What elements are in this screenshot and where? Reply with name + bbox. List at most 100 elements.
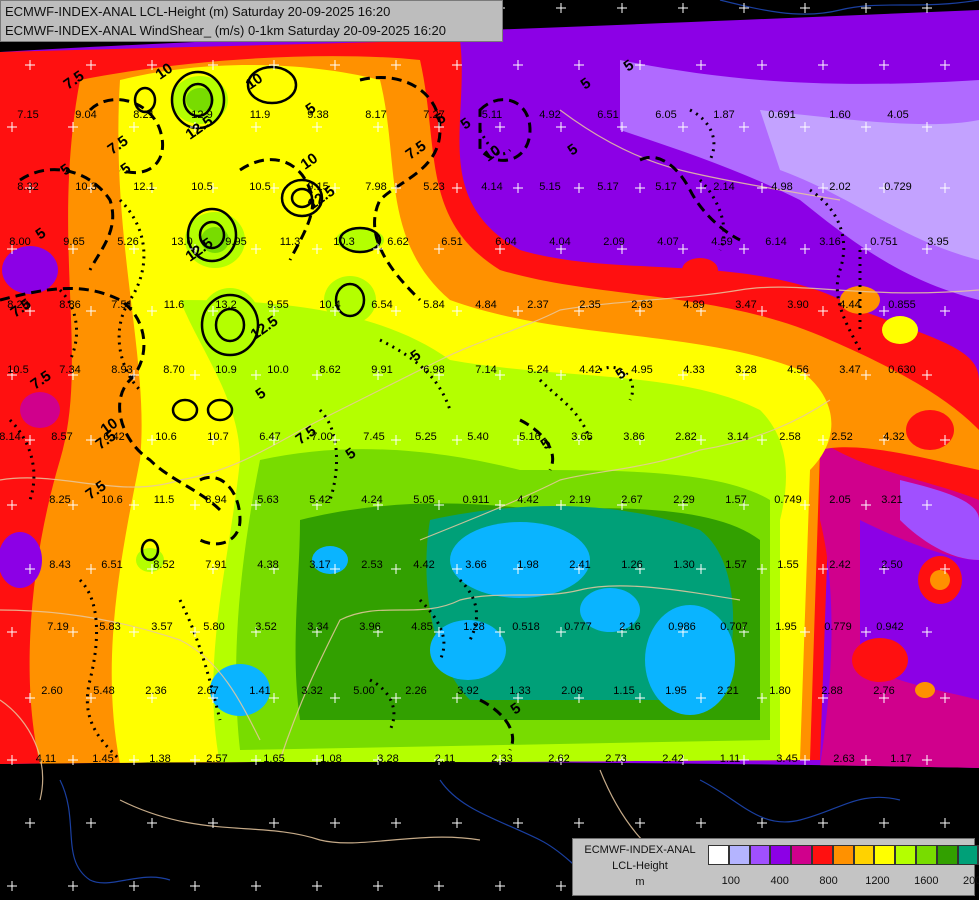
grid-value: 3.17 <box>309 559 330 571</box>
grid-value: 3.96 <box>359 621 380 633</box>
grid-value: 2.21 <box>717 685 738 697</box>
grid-value: 1.17 <box>890 753 911 765</box>
grid-value: 10.6 <box>155 431 176 443</box>
grid-value: 8.62 <box>319 364 340 376</box>
grid-value: 8.94 <box>205 494 226 506</box>
grid-value: 1.95 <box>775 621 796 633</box>
grid-value: 4.11 <box>36 753 57 765</box>
grid-value: 8.21 <box>133 109 154 121</box>
grid-value: 7.51 <box>111 299 132 311</box>
grid-value: 0.749 <box>774 494 802 506</box>
grid-value: 2.36 <box>145 685 166 697</box>
grid-value: 5.17 <box>597 181 618 193</box>
grid-value: 6.47 <box>259 431 280 443</box>
grid-value: 8.93 <box>111 364 132 376</box>
grid-value: 0.707 <box>720 621 748 633</box>
lcl-height-map: 7.15 9.04 8.21 12.9 11.9 9.38 8.17 7.27 5.11 4.92… <box>0 0 979 900</box>
grid-value: 9.91 <box>371 364 392 376</box>
grid-value: 1.55 <box>777 559 798 571</box>
grid-value: 9.55 <box>267 299 288 311</box>
grid-value: 5.63 <box>257 494 278 506</box>
grid-value: 1.08 <box>320 753 341 765</box>
legend-swatch <box>957 845 979 865</box>
legend-tick-label: 800 <box>819 875 838 887</box>
grid-value: 1.28 <box>463 621 484 633</box>
legend-tick-label: 1200 <box>865 875 890 887</box>
title-line-2: ECMWF-INDEX-ANAL WindShear_ (m/s) 0-1km … <box>5 23 446 38</box>
grid-value: 5.23 <box>423 181 444 193</box>
legend-swatches <box>708 845 979 865</box>
grid-value: 1.87 <box>713 109 734 121</box>
legend-swatch <box>832 845 854 865</box>
grid-value: 5.17 <box>655 181 676 193</box>
grid-value: 2.29 <box>673 494 694 506</box>
grid-value: 2.88 <box>821 685 842 697</box>
grid-value: 8.52 <box>153 559 174 571</box>
grid-value: 3.28 <box>377 753 398 765</box>
grid-value: 3.16 <box>819 236 840 248</box>
grid-value: 10.3 <box>333 236 354 248</box>
grid-value: 2.63 <box>833 753 854 765</box>
grid-value: 3.92 <box>457 685 478 697</box>
grid-value: 0.729 <box>884 181 912 193</box>
grid-value: 2.67 <box>197 685 218 697</box>
grid-value: 6.14 <box>765 236 786 248</box>
legend-model: ECMWF-INDEX-ANAL <box>584 844 696 856</box>
grid-value: 1.26 <box>621 559 642 571</box>
grid-value: 6.62 <box>387 236 408 248</box>
grid-value: 2.11 <box>435 753 456 765</box>
grid-value: 5.16 <box>519 431 540 443</box>
grid-value: 10.3 <box>75 181 96 193</box>
grid-value: 8.14 <box>0 431 21 443</box>
grid-value: 5.26 <box>117 236 138 248</box>
grid-value: 5.11 <box>482 109 503 121</box>
grid-value: 5.83 <box>99 621 120 633</box>
grid-value: 1.60 <box>829 109 850 121</box>
grid-value: 1.41 <box>249 685 270 697</box>
grid-value: 3.95 <box>927 236 948 248</box>
grid-value: 2.42 <box>829 559 850 571</box>
grid-value: 2.63 <box>631 299 652 311</box>
grid-value: 0.911 <box>463 494 490 506</box>
grid-value: 1.57 <box>725 559 746 571</box>
grid-value: 3.90 <box>787 299 808 311</box>
grid-value: 2.73 <box>605 753 626 765</box>
grid-value: 2.42 <box>662 753 683 765</box>
legend-swatch <box>791 845 812 865</box>
legend-swatch <box>811 845 833 865</box>
grid-value: 3.66 <box>465 559 486 571</box>
grid-value: 2.19 <box>569 494 590 506</box>
legend-swatch <box>770 845 792 865</box>
grid-value: 10.5 <box>7 364 28 376</box>
grid-value: 12.1 <box>133 181 154 193</box>
grid-value: 0.779 <box>824 621 852 633</box>
grid-value: 3.52 <box>255 621 276 633</box>
grid-value: 7.14 <box>475 364 496 376</box>
grid-value: 6.54 <box>371 299 392 311</box>
legend-swatch <box>728 845 750 865</box>
grid-value: 8.32 <box>17 181 38 193</box>
grid-value: 1.98 <box>517 559 538 571</box>
grid-value: 8.86 <box>59 299 80 311</box>
grid-value: 2.26 <box>405 685 426 697</box>
grid-value: 2.33 <box>491 753 512 765</box>
title-box: ECMWF-INDEX-ANAL LCL-Height (m) Saturday… <box>0 0 503 42</box>
grid-value: 4.05 <box>887 109 908 121</box>
legend-swatch <box>874 845 896 865</box>
grid-value: 5.42 <box>309 494 330 506</box>
grid-value: 3.32 <box>301 685 322 697</box>
grid-value: 3.47 <box>839 364 860 376</box>
grid-value: 4.42 <box>579 364 600 376</box>
grid-value: 2.52 <box>831 431 852 443</box>
grid-value: 8.70 <box>163 364 184 376</box>
grid-value: 1.57 <box>725 494 746 506</box>
legend-swatch <box>749 845 771 865</box>
grid-value: 5.48 <box>93 685 114 697</box>
grid-value: 2.09 <box>603 236 624 248</box>
grid-value: 1.11 <box>720 753 741 765</box>
title-line-1: ECMWF-INDEX-ANAL LCL-Height (m) Saturday… <box>5 4 391 19</box>
grid-value: 4.14 <box>481 181 502 193</box>
grid-value: 1.33 <box>509 685 530 697</box>
grid-value: 3.14 <box>727 431 748 443</box>
grid-value: 3.86 <box>623 431 644 443</box>
